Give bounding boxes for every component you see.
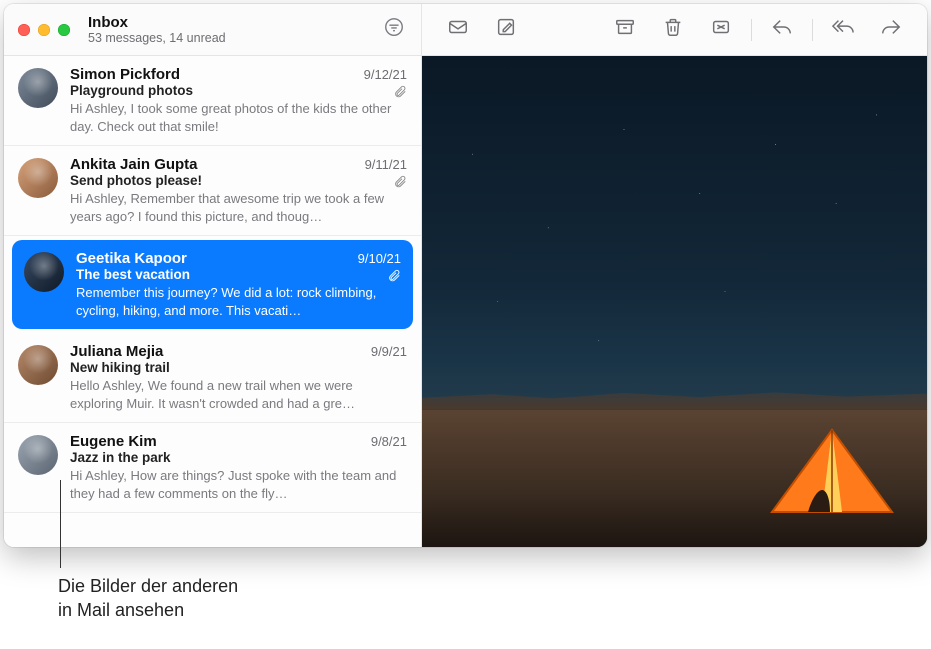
message-content xyxy=(422,56,927,547)
get-mail-button[interactable] xyxy=(438,13,478,47)
message-preview: Remember this journey? We did a lot: roc… xyxy=(76,284,401,319)
message-body: Simon Pickford 9/12/21Playground photos Hi… xyxy=(70,66,407,135)
filter-button[interactable] xyxy=(379,15,409,45)
message-row[interactable]: Ankita Jain Gupta 9/11/21Send photos plea… xyxy=(4,146,421,236)
callout-line1: Die Bilder der anderen xyxy=(58,576,238,596)
message-sender: Ankita Jain Gupta xyxy=(70,156,357,173)
avatar xyxy=(24,252,64,292)
message-preview: Hi Ashley, Remember that awesome trip we… xyxy=(70,190,407,225)
message-preview: Hi Ashley, How are things? Just spoke wi… xyxy=(70,467,407,502)
zoom-window-button[interactable] xyxy=(58,24,70,36)
reply-all-button[interactable] xyxy=(823,13,863,47)
compose-button[interactable] xyxy=(486,13,526,47)
avatar xyxy=(18,435,58,475)
toolbar-separator xyxy=(812,19,813,41)
delete-button[interactable] xyxy=(653,13,693,47)
message-date: 9/12/21 xyxy=(364,67,407,82)
reply-button[interactable] xyxy=(762,13,802,47)
mail-window: Inbox 53 messages, 14 unread Simon Pickf… xyxy=(4,4,927,547)
toolbar-separator xyxy=(751,19,752,41)
message-date: 9/10/21 xyxy=(358,251,401,266)
message-row[interactable]: Simon Pickford 9/12/21Playground photos Hi… xyxy=(4,56,421,146)
minimize-window-button[interactable] xyxy=(38,24,50,36)
message-subject: Jazz in the park xyxy=(70,450,407,465)
forward-icon xyxy=(880,16,902,43)
avatar xyxy=(18,158,58,198)
reply-icon xyxy=(771,16,793,43)
message-row[interactable]: Geetika Kapoor 9/10/21The best vacation Re… xyxy=(12,240,413,329)
attachment-icon xyxy=(387,268,401,282)
attachment-image-tent xyxy=(762,422,902,518)
mailbox-title: Inbox xyxy=(88,14,379,31)
compose-icon xyxy=(495,16,517,43)
message-viewer-pane xyxy=(422,4,927,547)
window-controls xyxy=(18,24,70,36)
message-subject: The best vacation xyxy=(76,267,381,282)
message-date: 9/8/21 xyxy=(371,434,407,449)
avatar xyxy=(18,68,58,108)
mailbox-subtitle: 53 messages, 14 unread xyxy=(88,31,379,45)
callout-line2: in Mail ansehen xyxy=(58,600,184,620)
avatar xyxy=(18,345,58,385)
callout-leader-line xyxy=(60,480,61,568)
close-window-button[interactable] xyxy=(18,24,30,36)
message-preview: Hello Ashley, We found a new trail when … xyxy=(70,377,407,412)
forward-button[interactable] xyxy=(871,13,911,47)
attachment-icon xyxy=(393,84,407,98)
toolbar xyxy=(422,4,927,56)
filter-icon xyxy=(383,16,405,43)
junk-icon xyxy=(710,16,732,43)
message-sender: Simon Pickford xyxy=(70,66,356,83)
message-sender: Eugene Kim xyxy=(70,433,363,450)
message-list[interactable]: Simon Pickford 9/12/21Playground photos Hi… xyxy=(4,56,421,547)
junk-button[interactable] xyxy=(701,13,741,47)
message-sender: Juliana Mejia xyxy=(70,343,363,360)
reply-all-icon xyxy=(832,16,854,43)
message-row[interactable]: Juliana Mejia 9/9/21New hiking trail Hello… xyxy=(4,333,421,423)
message-preview: Hi Ashley, I took some great photos of t… xyxy=(70,100,407,135)
message-subject: New hiking trail xyxy=(70,360,407,375)
mailbox-title-block: Inbox 53 messages, 14 unread xyxy=(88,14,379,46)
message-date: 9/9/21 xyxy=(371,344,407,359)
message-body: Juliana Mejia 9/9/21New hiking trail Hello… xyxy=(70,343,407,412)
message-sender: Geetika Kapoor xyxy=(76,250,350,267)
message-body: Eugene Kim 9/8/21Jazz in the park Hi Ashle… xyxy=(70,433,407,502)
trash-icon xyxy=(662,16,684,43)
callout-text: Die Bilder der anderen in Mail ansehen xyxy=(58,574,238,623)
message-body: Geetika Kapoor 9/10/21The best vacation Re… xyxy=(76,250,401,319)
message-subject: Send photos please! xyxy=(70,173,387,188)
message-subject: Playground photos xyxy=(70,83,387,98)
envelope-icon xyxy=(447,16,469,43)
archive-icon xyxy=(614,16,636,43)
message-body: Ankita Jain Gupta 9/11/21Send photos plea… xyxy=(70,156,407,225)
attachment-icon xyxy=(393,174,407,188)
message-list-pane: Inbox 53 messages, 14 unread Simon Pickf… xyxy=(4,4,422,547)
archive-button[interactable] xyxy=(605,13,645,47)
message-date: 9/11/21 xyxy=(365,157,407,172)
message-row[interactable]: Eugene Kim 9/8/21Jazz in the park Hi Ashle… xyxy=(4,423,421,513)
left-header: Inbox 53 messages, 14 unread xyxy=(4,4,421,56)
